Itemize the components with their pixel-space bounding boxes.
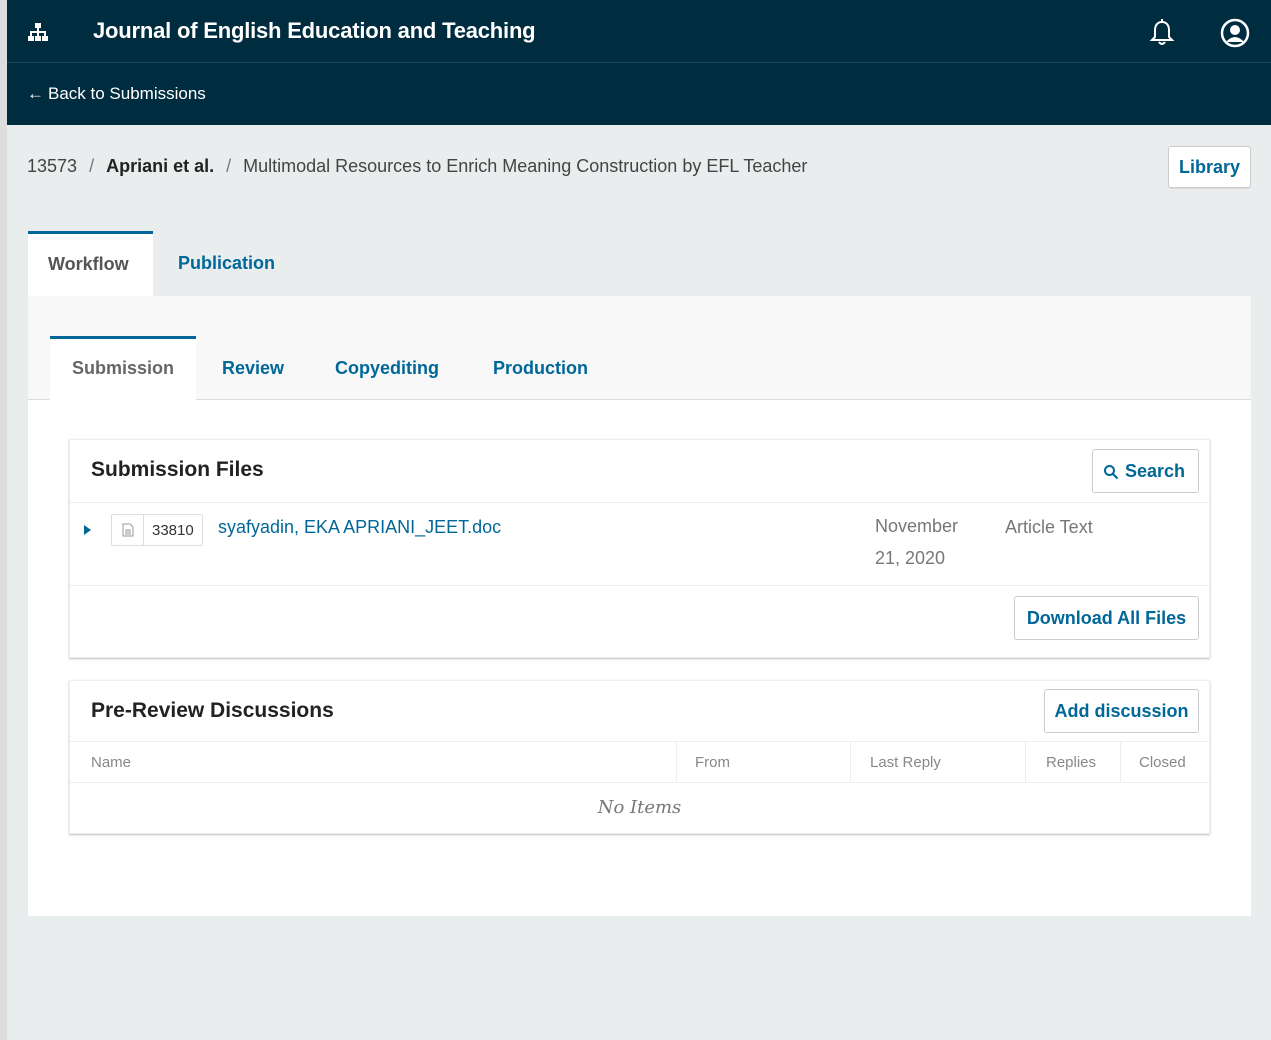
column-header-last-reply: Last Reply bbox=[870, 754, 941, 771]
submission-authors: Apriani et al. bbox=[106, 156, 215, 176]
stage-tabs: Submission Review Copyediting Production bbox=[28, 296, 1251, 401]
download-all-files-button[interactable]: Download All Files bbox=[1014, 596, 1199, 640]
discussions-title: Pre-Review Discussions bbox=[91, 699, 334, 722]
library-button[interactable]: Library bbox=[1168, 146, 1251, 188]
journal-title[interactable]: Journal of English Education and Teachin… bbox=[93, 18, 536, 44]
breadcrumb: 13573 / Apriani et al. / Multimodal Resource… bbox=[27, 156, 807, 177]
column-divider bbox=[1025, 742, 1026, 782]
file-date: November 21, 2020 bbox=[875, 516, 959, 568]
tab-review[interactable]: Review bbox=[222, 336, 284, 400]
tab-publication[interactable]: Publication bbox=[158, 231, 295, 296]
tab-workflow[interactable]: Workflow bbox=[28, 231, 153, 296]
tab-copyediting[interactable]: Copyediting bbox=[335, 336, 439, 400]
add-discussion-button[interactable]: Add discussion bbox=[1044, 689, 1199, 733]
breadcrumb-separator: / bbox=[89, 156, 95, 176]
sitemap-icon[interactable] bbox=[27, 22, 49, 42]
file-row: 33810 syafyadin, EKA APRIANI_JEET.doc No… bbox=[70, 502, 1209, 586]
breadcrumb-separator: / bbox=[226, 156, 232, 176]
column-header-name: Name bbox=[91, 754, 132, 771]
top-header: Journal of English Education and Teachin… bbox=[7, 0, 1271, 125]
back-link-label: Back to Submissions bbox=[48, 84, 206, 103]
column-divider bbox=[676, 742, 677, 782]
column-divider bbox=[1120, 742, 1121, 782]
left-arrow-icon: ← bbox=[27, 84, 44, 103]
app-window: Journal of English Education and Teachin… bbox=[7, 0, 1271, 1040]
tab-production[interactable]: Production bbox=[493, 336, 588, 400]
submission-title: Multimodal Resources to Enrich Meaning C… bbox=[243, 156, 808, 176]
file-type: Article Text bbox=[1005, 517, 1093, 537]
header-row: Journal of English Education and Teachin… bbox=[7, 0, 1271, 63]
file-name-link[interactable]: syafyadin, EKA APRIANI_JEET.doc bbox=[218, 517, 501, 538]
document-icon bbox=[112, 515, 144, 545]
user-circle-icon[interactable] bbox=[1220, 18, 1250, 48]
submission-files-card: Submission Files Search 33810 syafyadin,… bbox=[69, 439, 1210, 658]
workflow-panel: Submission Review Copyediting Production… bbox=[28, 296, 1251, 916]
column-header-from: From bbox=[695, 754, 730, 771]
search-button[interactable]: Search bbox=[1092, 449, 1199, 493]
submission-files-title: Submission Files bbox=[91, 458, 264, 481]
column-header-replies: Replies bbox=[1046, 754, 1097, 771]
search-icon bbox=[1104, 465, 1119, 480]
tab-submission[interactable]: Submission bbox=[50, 336, 196, 401]
column-divider bbox=[850, 742, 851, 782]
pre-review-discussions-card: Pre-Review Discussions Add discussion Na… bbox=[69, 680, 1210, 834]
back-to-submissions-link[interactable]: ← Back to Submissions bbox=[27, 84, 206, 104]
file-id: 33810 bbox=[152, 521, 194, 539]
discussions-table-header: Name From Last Reply Replies Closed bbox=[70, 741, 1209, 783]
search-label: Search bbox=[1125, 461, 1186, 481]
column-header-closed: Closed bbox=[1139, 754, 1186, 771]
bell-icon[interactable] bbox=[1147, 18, 1177, 48]
submission-id: 13573 bbox=[27, 156, 78, 176]
expand-triangle-icon[interactable] bbox=[84, 525, 91, 535]
empty-state-text: No Items bbox=[597, 797, 682, 818]
file-id-badge: 33810 bbox=[111, 514, 203, 546]
